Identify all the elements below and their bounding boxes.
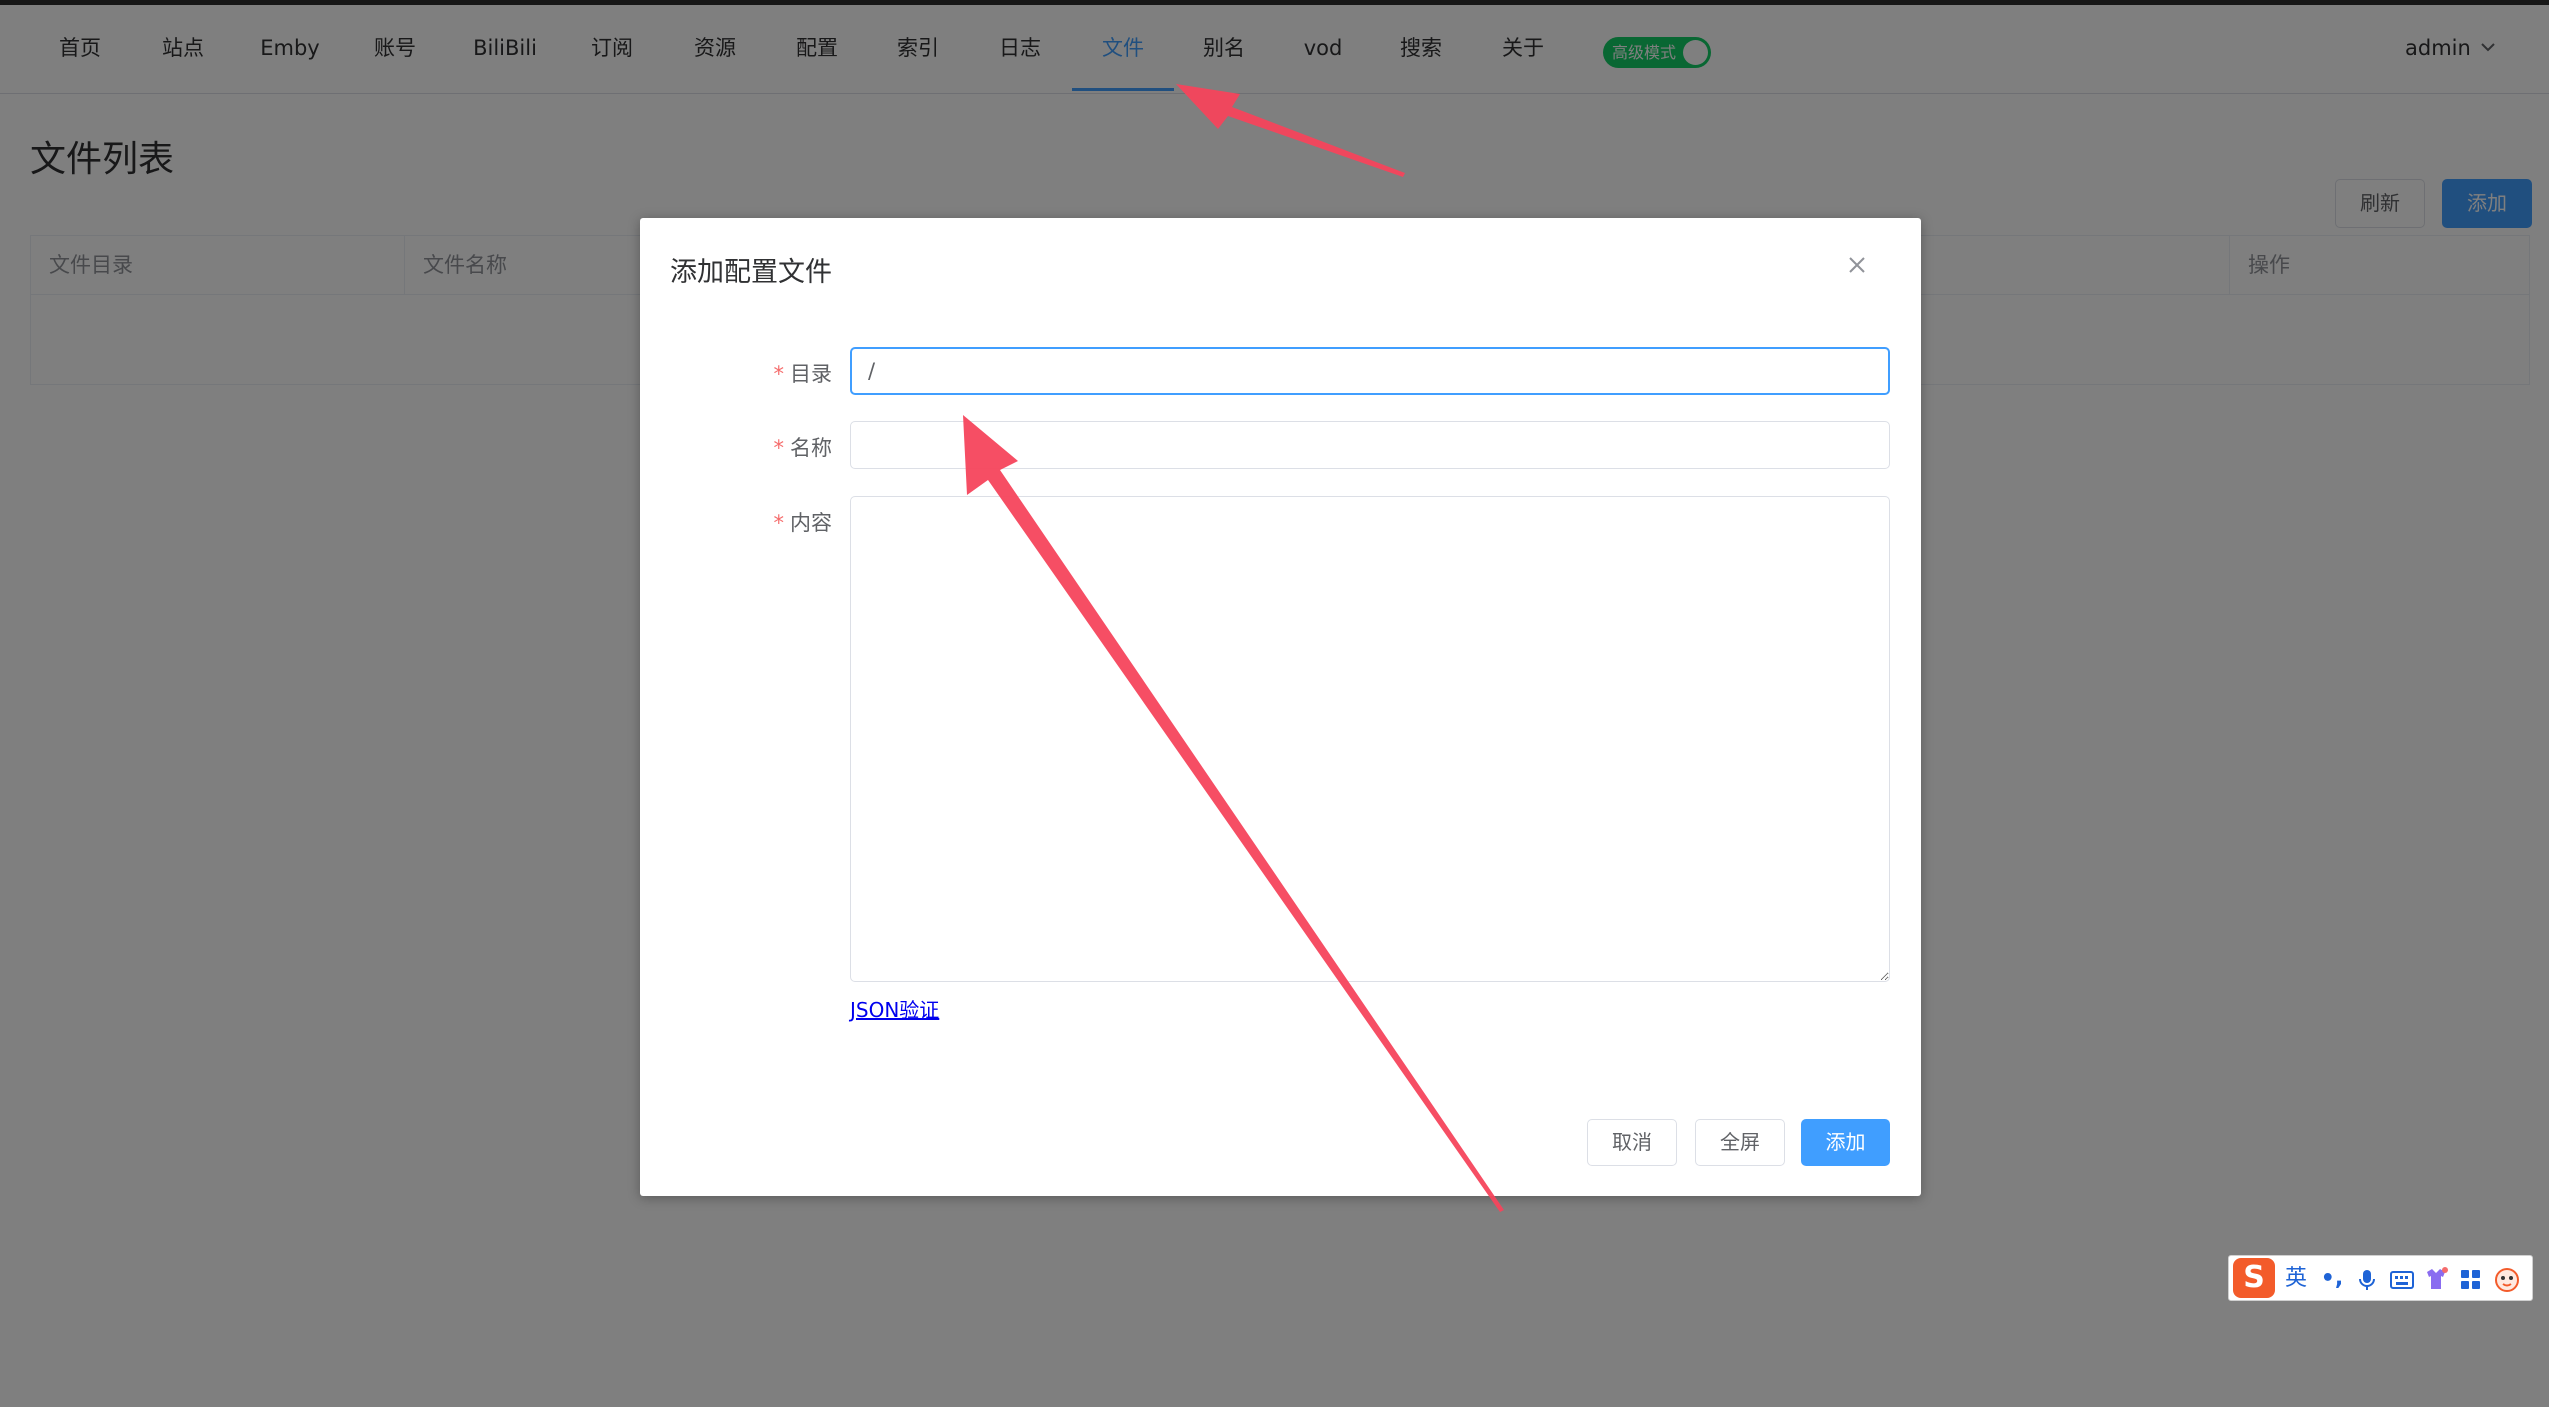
dir-label: * 目录 — [640, 358, 833, 388]
sogou-logo[interactable]: S — [2233, 1258, 2275, 1298]
required-mark: * — [773, 362, 785, 386]
name-label-text: 名称 — [790, 436, 832, 460]
required-mark: * — [773, 511, 785, 535]
required-mark: * — [773, 436, 785, 460]
submit-add-button[interactable]: 添加 — [1801, 1119, 1890, 1166]
ime-toolbar: S 英 •, — [2228, 1255, 2533, 1301]
dir-input[interactable] — [850, 347, 1890, 395]
ime-language-toggle[interactable]: 英 — [2281, 1256, 2311, 1302]
ime-punctuation-toggle[interactable]: •, — [2317, 1256, 2347, 1302]
cancel-button[interactable]: 取消 — [1587, 1119, 1677, 1166]
fullscreen-button[interactable]: 全屏 — [1695, 1119, 1785, 1166]
keyboard-icon[interactable] — [2389, 1268, 2415, 1292]
name-label: * 名称 — [640, 432, 833, 462]
content-textarea[interactable] — [850, 496, 1890, 982]
content-label-text: 内容 — [790, 511, 832, 535]
json-validate-link[interactable]: JSON验证 — [850, 994, 939, 1023]
mascot-icon[interactable] — [2493, 1266, 2521, 1294]
skin-shirt-icon[interactable] — [2423, 1266, 2449, 1292]
content-label: * 内容 — [640, 507, 833, 537]
dir-label-text: 目录 — [790, 362, 832, 386]
name-input[interactable] — [850, 421, 1890, 469]
microphone-icon[interactable] — [2355, 1268, 2379, 1292]
add-config-file-dialog: 添加配置文件 *目录 *名称 *内容 JSON验证 取消 全屏 添加 — [640, 218, 1921, 1196]
close-icon[interactable] — [1846, 254, 1868, 276]
dialog-title: 添加配置文件 — [670, 257, 832, 288]
toolbox-grid-icon[interactable] — [2459, 1268, 2483, 1292]
